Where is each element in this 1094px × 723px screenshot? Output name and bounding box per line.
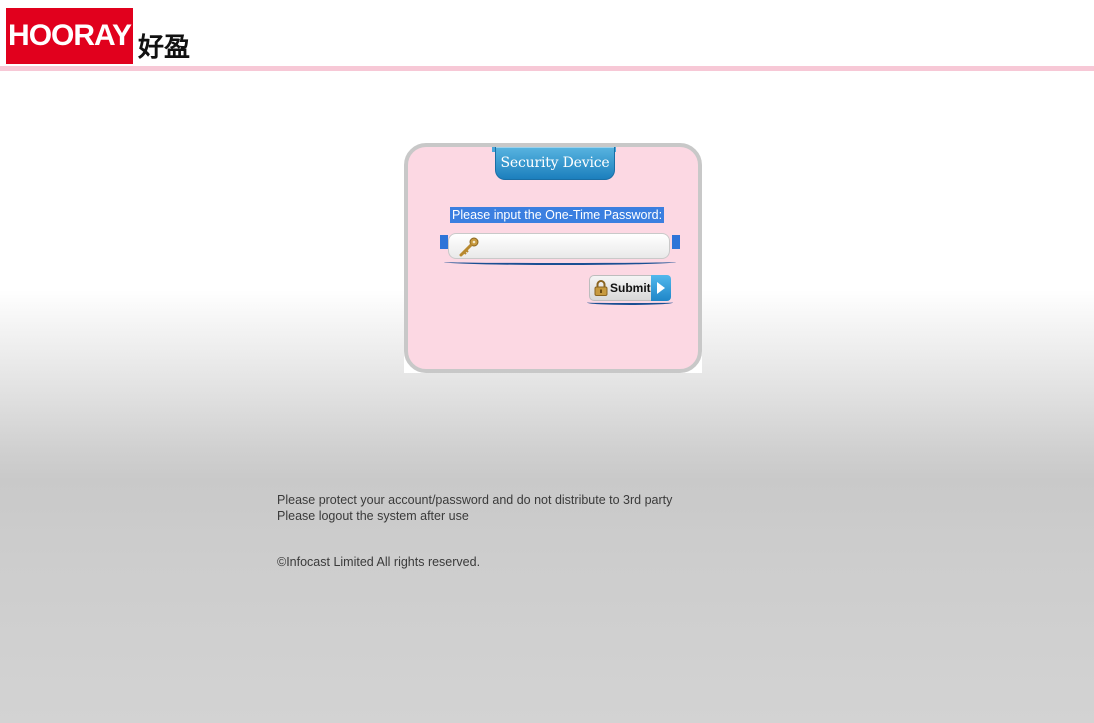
key-icon — [458, 237, 480, 257]
hooray-logo-chinese: 好盈 — [138, 33, 191, 63]
otp-password-input[interactable] — [448, 233, 670, 259]
copyright-text: ©Infocast Limited All rights reserved. — [277, 555, 481, 569]
login-panel-frame: Security Device Please input the One-Tim… — [404, 143, 702, 373]
otp-field-right-cap — [672, 235, 680, 249]
panel-title-tab: Security Device — [495, 147, 615, 180]
otp-prompt-label: Please input the One-Time Password: — [450, 207, 665, 223]
security-device-panel: Security Device Please input the One-Tim… — [404, 143, 702, 373]
otp-field-wrapper — [440, 233, 680, 267]
otp-field-left-cap — [440, 235, 448, 249]
hooray-logo: HOORAY — [6, 8, 133, 64]
play-arrow-icon — [651, 275, 671, 301]
logout-notice: Please logout the system after use — [277, 509, 469, 523]
header-bar: HOORAY 好盈 — [0, 0, 1094, 72]
security-notice: Please protect your account/password and… — [277, 493, 673, 507]
submit-underline — [587, 300, 673, 305]
lock-icon — [594, 280, 608, 296]
submit-button[interactable]: Submit — [587, 275, 673, 305]
otp-field-underline — [444, 259, 676, 265]
header-divider — [0, 66, 1094, 71]
submit-button-body: Submit — [589, 275, 652, 301]
submit-button-label: Submit — [610, 281, 651, 295]
